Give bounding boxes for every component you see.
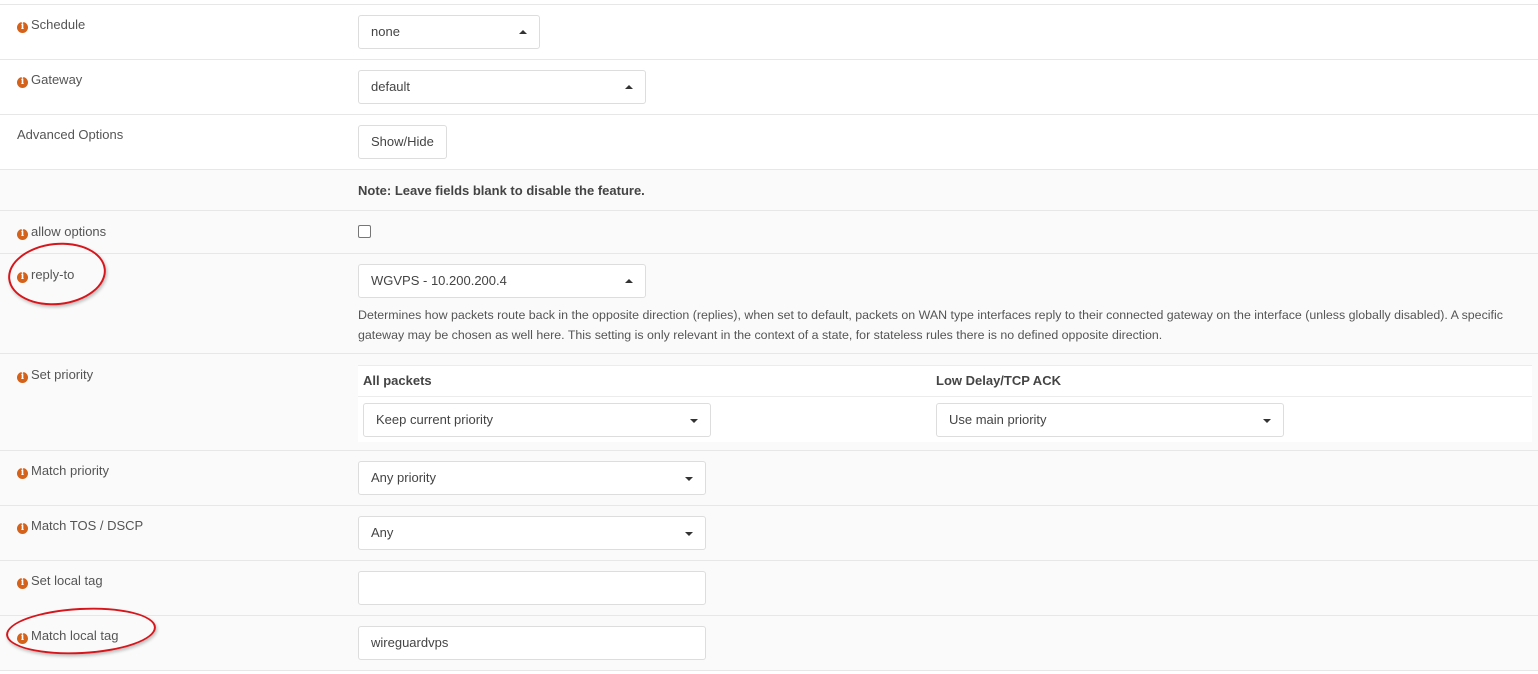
match-priority-select[interactable]: Any priority [358, 461, 706, 495]
caret-down-icon [1263, 419, 1271, 423]
schedule-selected-value: none [371, 24, 400, 39]
row-note: Note: Leave fields blank to disable the … [0, 170, 1538, 211]
info-icon[interactable]: i [17, 77, 28, 88]
set-local-tag-label: Set local tag [31, 573, 103, 588]
info-icon[interactable]: i [17, 372, 28, 383]
reply-to-select[interactable]: WGVPS - 10.200.200.4 [358, 264, 646, 298]
priority-table: All packets Low Delay/TCP ACK Keep curre… [358, 365, 1532, 442]
firewall-rule-form: i Schedule none i Gateway default Advanced… [0, 4, 1538, 671]
info-icon[interactable]: i [17, 578, 28, 589]
set-local-tag-input[interactable] [358, 571, 706, 605]
low-delay-selected-value: Use main priority [949, 412, 1047, 427]
match-priority-selected-value: Any priority [371, 470, 437, 485]
schedule-select[interactable]: none [358, 15, 540, 49]
info-icon[interactable]: i [17, 468, 28, 479]
caret-down-icon [685, 532, 693, 536]
allow-options-label: allow options [31, 224, 107, 239]
gateway-select[interactable]: default [358, 70, 646, 104]
reply-to-help-text: Determines how packets route back in the… [358, 308, 1503, 342]
caret-up-icon [625, 279, 633, 283]
row-match-local-tag: i Match local tag wireguardvps [0, 616, 1538, 671]
schedule-label: Schedule [31, 17, 86, 32]
allow-options-checkbox[interactable] [358, 225, 371, 238]
all-packets-header: All packets [363, 373, 432, 388]
info-icon[interactable]: i [17, 22, 28, 33]
low-delay-priority-select[interactable]: Use main priority [936, 403, 1284, 437]
gateway-label: Gateway [31, 72, 83, 87]
gateway-selected-value: default [371, 79, 411, 94]
match-local-tag-input[interactable]: wireguardvps [358, 626, 706, 660]
caret-down-icon [685, 477, 693, 481]
note-text: Note: Leave fields blank to disable the … [358, 183, 645, 198]
all-packets-priority-select[interactable]: Keep current priority [363, 403, 711, 437]
match-local-tag-label: Match local tag [31, 628, 119, 643]
all-packets-selected-value: Keep current priority [376, 412, 494, 427]
reply-to-selected-value: WGVPS - 10.200.200.4 [371, 273, 507, 288]
match-tos-label: Match TOS / DSCP [31, 518, 144, 533]
info-icon[interactable]: i [17, 272, 28, 283]
show-hide-button[interactable]: Show/Hide [358, 125, 447, 159]
caret-up-icon [519, 30, 527, 34]
row-schedule: i Schedule none [0, 5, 1538, 60]
caret-up-icon [625, 85, 633, 89]
row-set-priority: i Set priority All packets Low Delay/TCP … [0, 354, 1538, 451]
info-icon[interactable]: i [17, 633, 28, 644]
info-icon[interactable]: i [17, 229, 28, 240]
reply-to-label: reply-to [31, 267, 75, 282]
caret-down-icon [690, 419, 698, 423]
low-delay-header: Low Delay/TCP ACK [936, 373, 1061, 388]
row-allow-options: i allow options [0, 211, 1538, 254]
match-tos-select[interactable]: Any [358, 516, 706, 550]
row-match-priority: i Match priority Any priority [0, 451, 1538, 506]
info-icon[interactable]: i [17, 523, 28, 534]
row-gateway: i Gateway default [0, 60, 1538, 115]
row-match-tos-dscp: i Match TOS / DSCP Any [0, 506, 1538, 561]
advanced-options-label: Advanced Options [17, 127, 124, 142]
row-advanced-options: Advanced Options Show/Hide [0, 115, 1538, 170]
row-set-local-tag: i Set local tag [0, 561, 1538, 616]
match-priority-label: Match priority [31, 463, 110, 478]
set-priority-label: Set priority [31, 367, 94, 382]
match-tos-selected-value: Any [371, 525, 394, 540]
row-reply-to: i reply-to WGVPS - 10.200.200.4 Determine… [0, 254, 1538, 354]
